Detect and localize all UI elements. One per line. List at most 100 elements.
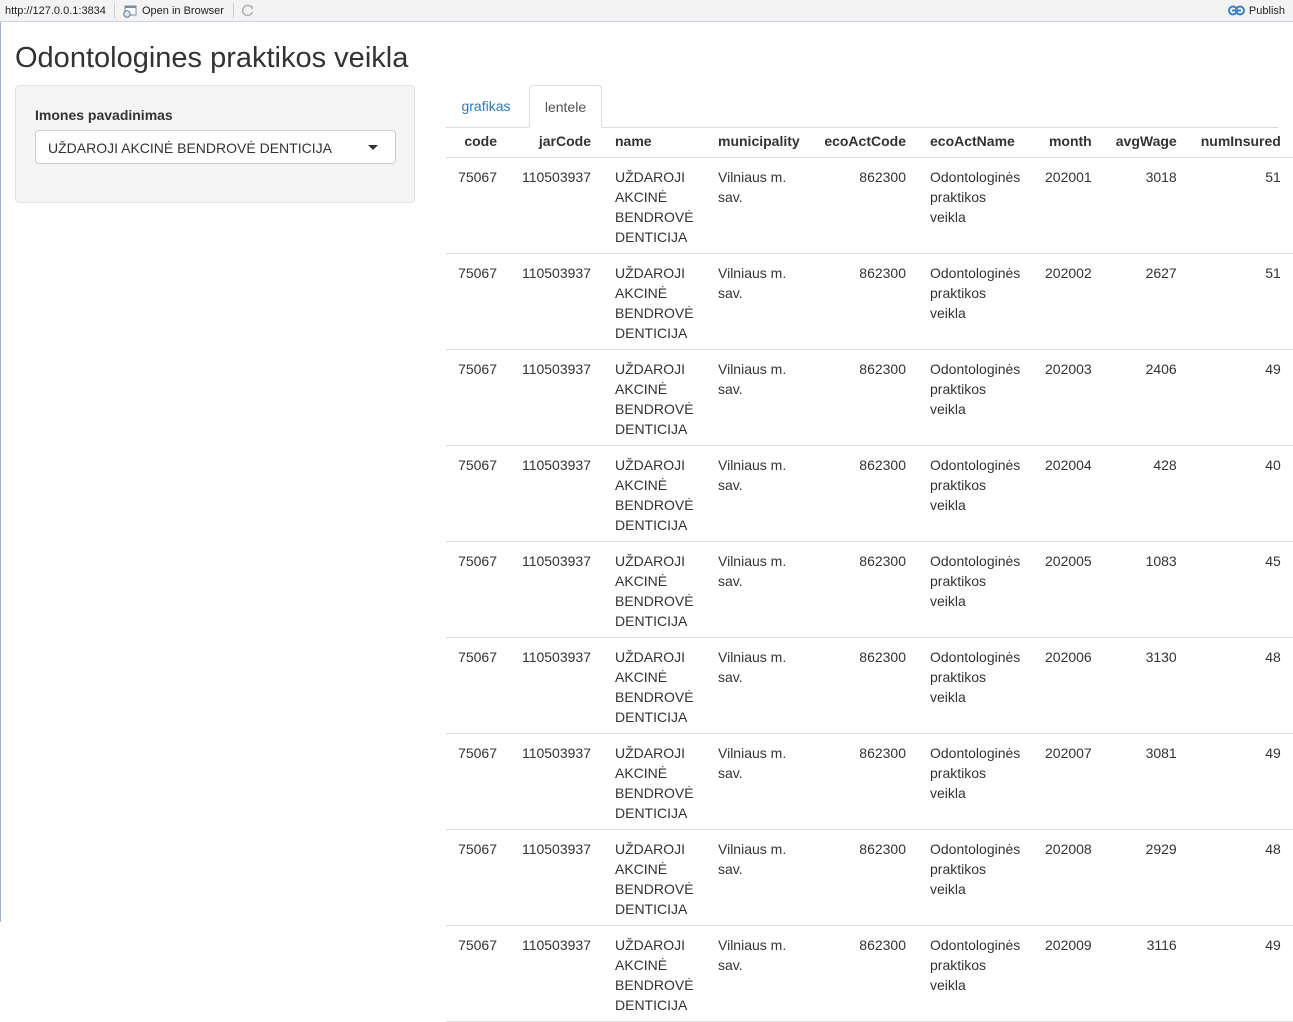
cell-month: 202002 (1033, 253, 1104, 350)
cell-name: UŽDAROJI AKCINĖ BENDROVĖ DENTICIJA (603, 253, 706, 350)
cell-month: 202003 (1033, 349, 1104, 446)
company-select-label: Imones pavadinimas (35, 107, 173, 123)
cell-numinsured: 40 (1188, 445, 1293, 542)
table-row: 75067 110503937 UŽDAROJI AKCINĖ BENDROVĖ D… (446, 253, 1293, 350)
column-header-month[interactable]: month (1033, 126, 1104, 158)
cell-ecoactcode: 862300 (812, 925, 918, 1022)
viewer-toolbar: http://127.0.0.1:3834 Open in Browser Pu… (0, 0, 1293, 22)
cell-jarcode: 110503937 (509, 349, 603, 446)
cell-numinsured: 51 (1188, 253, 1293, 350)
publish-label: Publish (1248, 4, 1285, 17)
cell-ecoactcode: 862300 (812, 349, 918, 446)
publish-button[interactable]: Publish (1227, 4, 1285, 17)
cell-code: 75067 (446, 445, 509, 542)
cell-name: UŽDAROJI AKCINĖ BENDROVĖ DENTICIJA (603, 925, 706, 1022)
cell-jarcode: 110503937 (509, 733, 603, 830)
cell-numinsured: 48 (1188, 637, 1293, 734)
cell-jarcode: 110503937 (509, 253, 603, 350)
cell-ecoactname: Odontologinės praktikos veikla (918, 445, 1033, 542)
cell-municipality: Vilniaus m. sav. (706, 733, 812, 830)
cell-avgwage: 2406 (1103, 349, 1189, 446)
data-table: code jarCode name municipality ecoActCod… (446, 126, 1293, 1022)
cell-avgwage: 3130 (1103, 637, 1189, 734)
cell-jarcode: 110503937 (509, 637, 603, 734)
cell-ecoactcode: 862300 (812, 733, 918, 830)
cell-avgwage: 2929 (1103, 829, 1189, 926)
toolbar-divider (114, 3, 115, 18)
cell-avgwage: 3116 (1103, 925, 1189, 1022)
company-select[interactable]: UŽDAROJI AKCINĖ BENDROVĖ DENTICIJA (35, 130, 396, 164)
cell-ecoactname: Odontologinės praktikos veikla (918, 637, 1033, 734)
cell-avgwage: 428 (1103, 445, 1189, 542)
tab-grafikas[interactable]: grafikas (446, 85, 526, 127)
column-header-code[interactable]: code (446, 126, 509, 158)
tab-lentele[interactable]: lentele (529, 85, 602, 128)
cell-code: 75067 (446, 925, 509, 1022)
cell-month: 202006 (1033, 637, 1104, 734)
cell-code: 75067 (446, 349, 509, 446)
cell-ecoactcode: 862300 (812, 157, 918, 254)
table-row: 75067 110503937 UŽDAROJI AKCINĖ BENDROVĖ D… (446, 733, 1293, 830)
cell-ecoactname: Odontologinės praktikos veikla (918, 733, 1033, 830)
page-title: Odontologines praktikos veikla (15, 42, 409, 74)
cell-month: 202009 (1033, 925, 1104, 1022)
toolbar-divider (233, 3, 234, 18)
open-in-browser-label: Open in Browser (142, 5, 224, 17)
cell-jarcode: 110503937 (509, 157, 603, 254)
cell-numinsured: 51 (1188, 157, 1293, 254)
cell-avgwage: 2627 (1103, 253, 1189, 350)
sidebar-panel: Imones pavadinimas UŽDAROJI AKCINĖ BENDR… (15, 85, 415, 203)
cell-name: UŽDAROJI AKCINĖ BENDROVĖ DENTICIJA (603, 157, 706, 254)
cell-jarcode: 110503937 (509, 829, 603, 926)
cell-name: UŽDAROJI AKCINĖ BENDROVĖ DENTICIJA (603, 445, 706, 542)
cell-municipality: Vilniaus m. sav. (706, 829, 812, 926)
cell-numinsured: 48 (1188, 829, 1293, 926)
cell-month: 202005 (1033, 541, 1104, 638)
cell-code: 75067 (446, 637, 509, 734)
cell-municipality: Vilniaus m. sav. (706, 445, 812, 542)
cell-month: 202004 (1033, 445, 1104, 542)
column-header-name[interactable]: name (603, 126, 706, 158)
cell-jarcode: 110503937 (509, 445, 603, 542)
cell-name: UŽDAROJI AKCINĖ BENDROVĖ DENTICIJA (603, 637, 706, 734)
cell-numinsured: 49 (1188, 925, 1293, 1022)
column-header-jarcode[interactable]: jarCode (509, 126, 603, 158)
table-row: 75067 110503937 UŽDAROJI AKCINĖ BENDROVĖ D… (446, 925, 1293, 1022)
cell-ecoactname: Odontologinės praktikos veikla (918, 253, 1033, 350)
table-row: 75067 110503937 UŽDAROJI AKCINĖ BENDROVĖ D… (446, 829, 1293, 926)
cell-month: 202008 (1033, 829, 1104, 926)
cell-ecoactcode: 862300 (812, 253, 918, 350)
viewer-url: http://127.0.0.1:3834 (5, 5, 106, 17)
refresh-icon[interactable] (240, 3, 255, 18)
column-header-municipality[interactable]: municipality (706, 126, 812, 158)
column-header-ecoactname[interactable]: ecoActName (918, 126, 1033, 158)
column-header-avgwage[interactable]: avgWage (1103, 126, 1189, 158)
table-row: 75067 110503937 UŽDAROJI AKCINĖ BENDROVĖ D… (446, 157, 1293, 254)
cell-code: 75067 (446, 157, 509, 254)
cell-municipality: Vilniaus m. sav. (706, 157, 812, 254)
cell-name: UŽDAROJI AKCINĖ BENDROVĖ DENTICIJA (603, 349, 706, 446)
cell-avgwage: 3018 (1103, 157, 1189, 254)
cell-ecoactname: Odontologinės praktikos veikla (918, 349, 1033, 446)
cell-numinsured: 45 (1188, 541, 1293, 638)
cell-code: 75067 (446, 733, 509, 830)
cell-code: 75067 (446, 541, 509, 638)
cell-ecoactname: Odontologinės praktikos veikla (918, 829, 1033, 926)
column-header-numinsured[interactable]: numInsured (1188, 126, 1293, 158)
cell-municipality: Vilniaus m. sav. (706, 925, 812, 1022)
table-row: 75067 110503937 UŽDAROJI AKCINĖ BENDROVĖ D… (446, 349, 1293, 446)
cell-jarcode: 110503937 (509, 925, 603, 1022)
company-select-value: UŽDAROJI AKCINĖ BENDROVĖ DENTICIJA (48, 140, 332, 156)
cell-municipality: Vilniaus m. sav. (706, 637, 812, 734)
column-header-ecoactcode[interactable]: ecoActCode (812, 126, 918, 158)
table-row: 75067 110503937 UŽDAROJI AKCINĖ BENDROVĖ D… (446, 445, 1293, 542)
open-in-browser-icon (122, 5, 137, 18)
cell-numinsured: 49 (1188, 349, 1293, 446)
cell-ecoactname: Odontologinės praktikos veikla (918, 925, 1033, 1022)
open-in-browser-button[interactable]: Open in Browser (122, 3, 224, 19)
viewer-frame-border (0, 22, 1, 922)
cell-month: 202007 (1033, 733, 1104, 830)
cell-avgwage: 3081 (1103, 733, 1189, 830)
cell-ecoactcode: 862300 (812, 637, 918, 734)
cell-municipality: Vilniaus m. sav. (706, 253, 812, 350)
